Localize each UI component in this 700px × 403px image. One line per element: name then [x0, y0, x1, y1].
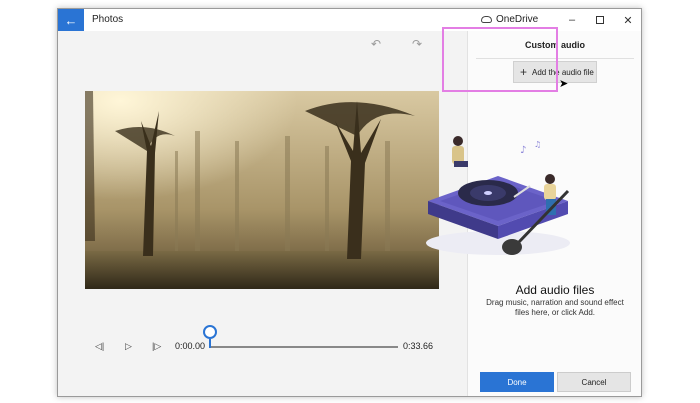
mouse-cursor-icon: ➤	[559, 78, 569, 90]
minimize-button[interactable]: –	[558, 11, 586, 29]
empty-state-heading: Add audio files	[515, 283, 595, 297]
onedrive-label: OneDrive	[496, 14, 539, 25]
maximize-button[interactable]	[586, 11, 614, 29]
svg-text:♫: ♫	[534, 140, 541, 149]
close-button[interactable]: ✕	[614, 11, 642, 29]
back-button[interactable]: ←	[58, 9, 84, 31]
title-bar: ← Photos OneDrive – ✕	[58, 9, 641, 31]
undo-icon[interactable]: ↶	[371, 37, 381, 51]
total-time: 0:33.66	[403, 341, 434, 351]
app-title: Photos	[92, 14, 124, 25]
play-button[interactable]: ▷	[125, 341, 132, 352]
current-time: 0:00.00	[175, 341, 206, 351]
plus-icon: +	[520, 65, 528, 79]
divider	[476, 58, 634, 59]
seek-handle-stem	[209, 339, 211, 348]
previous-frame-button[interactable]: ◁|	[95, 341, 104, 352]
svg-text:♪: ♪	[520, 145, 526, 156]
playback-controls: ◁| ▷ |▷ 0:00.00 0:33.66	[58, 325, 467, 367]
seek-handle[interactable]	[203, 325, 217, 339]
redo-icon[interactable]: ↷	[412, 37, 422, 51]
maximize-icon	[596, 16, 604, 24]
video-preview	[85, 91, 439, 289]
add-audio-button[interactable]: + Add the audio file	[513, 61, 597, 83]
cancel-button[interactable]: Cancel	[557, 372, 631, 392]
preview-pane: ↶ ↷ ◁| ▷ |▷ 0:00.00 0:33.66	[58, 31, 467, 396]
empty-state-description: Drag music, narration and sound effect f…	[486, 298, 624, 317]
cloud-icon	[481, 16, 492, 23]
audio-illustration: ♪ ♫	[426, 136, 570, 255]
next-frame-button[interactable]: |▷	[152, 341, 161, 352]
add-audio-label: Add the audio file	[532, 67, 594, 77]
back-arrow-icon: ←	[64, 12, 78, 28]
panel-title: Custom audio	[525, 40, 585, 50]
onedrive-status[interactable]: OneDrive	[481, 14, 538, 25]
done-button[interactable]: Done	[480, 372, 554, 392]
person-left-graphic	[452, 136, 468, 167]
seek-track[interactable]	[210, 346, 398, 348]
